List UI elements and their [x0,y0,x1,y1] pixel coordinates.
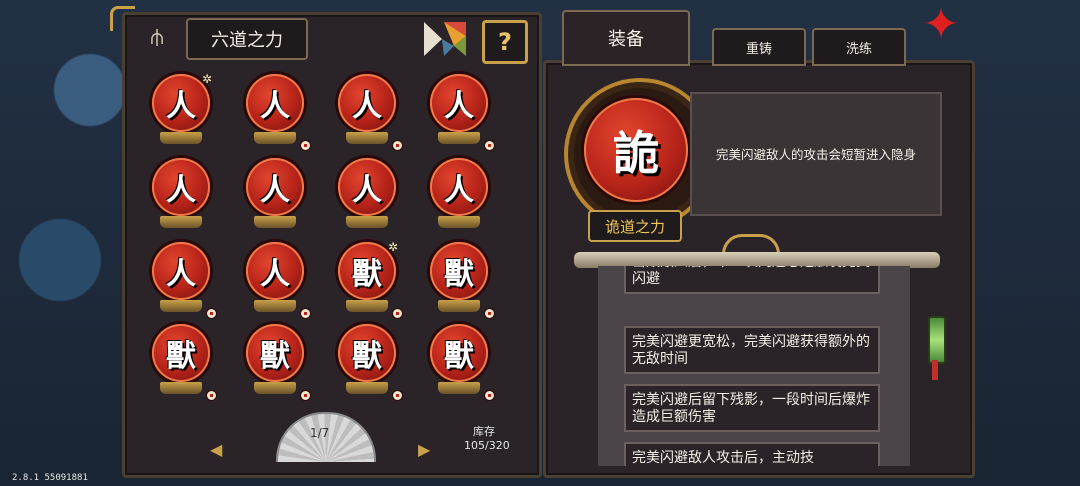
tassel-tail [932,360,938,380]
rune-orb: 人 [430,158,488,216]
prev-page-arrow-icon[interactable]: ◀ [210,440,222,459]
pager: ◀ 1/7 ▶ [210,410,440,462]
rune-pedestal [254,216,296,228]
rune-token[interactable]: 人 [244,74,311,151]
rune-orb: 人 [338,158,396,216]
star-icon: ✲ [202,72,213,86]
version-label: 2.8.1 55091881 [12,473,88,483]
rune-orb: 人 [246,74,304,132]
rune-grid: 人 ✲ 人人人人人人人人人獸 ✲ 獸獸獸獸獸 [150,72,510,406]
rune-token[interactable]: 獸 [244,324,311,401]
rune-orb: 人 [338,74,396,132]
rune-token[interactable]: 人 [150,242,217,319]
rune-pedestal [438,300,480,312]
rune-pedestal [160,216,202,228]
rune-orb: 獸 [338,324,396,382]
level-badge-icon [300,390,311,401]
rune-pedestal [346,132,388,144]
next-page-arrow-icon[interactable]: ▶ [418,440,430,459]
rune-token[interactable]: 獸 [150,324,217,401]
rune-token[interactable]: 獸 [336,324,403,401]
rune-token[interactable]: 人 [428,158,490,234]
level-badge-icon [484,140,495,151]
rune-orb: 人 [152,158,210,216]
effect-item: 完美闪避敌人攻击后，主动技 [624,442,880,466]
rune-token[interactable]: 人 [428,74,495,151]
rune-token[interactable]: 獸 ✲ [336,240,403,319]
rune-orb: 獸 [246,324,304,382]
rune-pedestal [160,300,202,312]
rune-orb: 人 [246,158,304,216]
panel-corner-ornament [110,6,135,31]
rune-pedestal [160,132,202,144]
rune-pedestal [346,382,388,394]
level-badge-icon [484,390,495,401]
rune-token[interactable]: 獸 [428,242,495,319]
level-badge-icon [392,140,403,151]
tab-refine[interactable]: 洗练 [812,28,906,66]
page-number: 1/7 [310,426,330,440]
level-badge-icon [300,308,311,319]
effect-item: 完美闪避后留下残影，一段时间后爆炸造成巨额伤害 [624,384,880,432]
pinwheel-close-icon[interactable]: ✦ [918,2,964,48]
rune-pedestal [346,216,388,228]
rune-token[interactable]: 人 [244,242,311,319]
level-badge-icon [300,140,311,151]
rune-pedestal [438,382,480,394]
level-badge-icon [392,390,403,401]
stock-label: 库存 [473,425,495,438]
level-badge-icon [206,308,217,319]
level-badge-icon [484,308,495,319]
level-badge-icon [392,308,403,319]
help-button[interactable]: ? [482,20,528,64]
rune-token[interactable]: 人 [150,158,212,234]
effects-scroll[interactable]: 击败敌人后，下一次闪避必定触发完美闪避 完美闪避更宽松，完美闪避获得额外的无敌时… [598,266,910,466]
tab-recast[interactable]: 重铸 [712,28,806,66]
tangram-icon[interactable] [424,22,466,56]
rune-token[interactable]: 人 [336,158,398,234]
rune-token[interactable]: 人 [244,158,306,234]
rune-token[interactable]: 人 ✲ [150,72,213,150]
selected-rune-name: 诡道之力 [588,210,682,242]
rune-pedestal [254,300,296,312]
jade-tassel-icon [928,316,946,364]
rune-orb: 獸 [152,324,210,382]
rune-pedestal [254,382,296,394]
rune-orb: 人 [246,242,304,300]
stock-value: 105/320 [464,439,510,452]
level-badge-icon [206,390,217,401]
rune-orb: 獸 [430,242,488,300]
rune-orb: 人 [430,74,488,132]
rune-pedestal [346,300,388,312]
effect-item: 击败敌人后，下一次闪避必定触发完美闪避 [624,266,880,294]
trident-icon: ⫛ [150,25,164,50]
rune-pedestal [160,382,202,394]
rune-token[interactable]: 獸 [428,324,495,401]
rune-token[interactable]: 人 [336,74,403,151]
selected-rune-description: 完美闪避敌人的攻击会短暂进入隐身 [690,92,942,216]
tab-equip[interactable]: 装备 [562,10,690,66]
effect-item: 完美闪避更宽松，完美闪避获得额外的无敌时间 [624,326,880,374]
panel-title: 六道之力 [186,18,308,60]
rune-orb: 人 [152,242,210,300]
star-icon: ✲ [388,240,399,254]
rune-pedestal [254,132,296,144]
selected-rune-orb: 詭 [584,98,688,202]
rune-orb: 獸 [430,324,488,382]
rune-pedestal [438,216,480,228]
rune-pedestal [438,132,480,144]
